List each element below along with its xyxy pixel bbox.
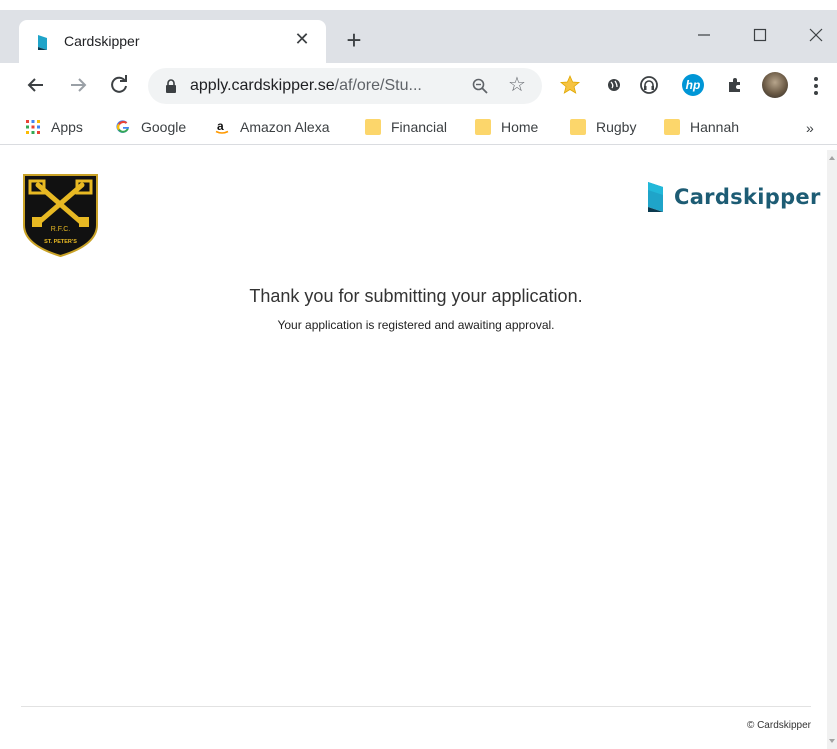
lock-icon (166, 79, 176, 93)
cardskipper-logo-icon (648, 182, 663, 212)
url-host: apply.cardskipper.se (190, 77, 335, 94)
bookmark-apps[interactable]: Apps (25, 117, 83, 137)
bookmark-label: Apps (51, 119, 83, 135)
amazon-icon: a (215, 119, 229, 134)
google-icon (116, 120, 129, 133)
tab-title: Cardskipper (64, 33, 140, 49)
more-bookmarks-button[interactable]: » (806, 120, 814, 136)
hp-extension-icon[interactable]: hp (682, 74, 704, 96)
close-window-button[interactable] (796, 22, 836, 48)
browser-toolbar: apply.cardskipper.se/af/ore/Stu... ☆ hp (0, 63, 837, 109)
bookmark-home[interactable]: Home (475, 117, 538, 137)
reload-button[interactable] (107, 73, 131, 97)
folder-icon (570, 119, 586, 135)
bookmark-label: Amazon Alexa (240, 119, 330, 135)
cropped-top-edge (0, 0, 837, 10)
back-arrow-icon (27, 78, 43, 92)
zoom-icon[interactable] (471, 77, 489, 95)
back-button[interactable] (24, 73, 48, 97)
bookmark-hannah[interactable]: Hannah (664, 117, 739, 137)
minimize-button[interactable] (684, 22, 724, 48)
forward-arrow-icon (71, 78, 87, 92)
new-tab-button[interactable]: + (341, 27, 367, 54)
bookmark-label: Rugby (596, 119, 637, 135)
forward-button[interactable] (66, 73, 90, 97)
bookmark-google[interactable]: Google (115, 117, 186, 137)
svg-text:ST. PETER'S: ST. PETER'S (44, 239, 77, 245)
folder-icon (365, 119, 381, 135)
confirmation-subheading: Your application is registered and await… (277, 318, 555, 332)
browser-window: Cardskipper ✕ + apply.cardskipper.se/af/… (0, 0, 837, 749)
confirmation-heading: Thank you for submitting your applicatio… (249, 286, 583, 306)
address-bar[interactable]: apply.cardskipper.se/af/ore/Stu... ☆ (148, 68, 542, 104)
extensions-puzzle-icon[interactable] (724, 74, 746, 96)
scroll-up-arrow-icon[interactable] (829, 156, 835, 160)
maximize-icon (753, 28, 767, 42)
close-window-icon (809, 28, 823, 42)
favorites-extension-icon[interactable] (559, 74, 581, 96)
browser-menu-icon[interactable] (808, 74, 824, 98)
bookmark-amazon-alexa[interactable]: a Amazon Alexa (214, 117, 330, 137)
apps-grid-icon (26, 120, 40, 134)
globe-extension-icon[interactable] (603, 74, 625, 96)
svg-text:a: a (217, 119, 224, 133)
tab-close-icon[interactable]: ✕ (291, 28, 313, 50)
tab-strip: Cardskipper ✕ + (0, 10, 837, 63)
bookmark-label: Google (141, 119, 187, 135)
tab-cardskipper[interactable]: Cardskipper ✕ (19, 20, 326, 63)
copyright-text: © Cardskipper (746, 720, 811, 731)
folder-icon (475, 119, 491, 135)
headphones-extension-icon[interactable] (638, 74, 660, 96)
bookmark-label: Hannah (690, 119, 740, 135)
bookmark-financial[interactable]: Financial (365, 117, 447, 137)
cardskipper-brand: Cardskipper (647, 181, 821, 213)
cardskipper-favicon-icon (38, 35, 47, 50)
profile-avatar[interactable] (762, 72, 788, 98)
scroll-down-arrow-icon[interactable] (829, 739, 835, 743)
folder-icon (664, 119, 680, 135)
maximize-button[interactable] (740, 22, 780, 48)
footer-divider (21, 706, 811, 707)
url-path: /af/ore/Stu... (334, 77, 422, 94)
bookmarks-bar: Apps Google a Amazon Alexa Financial Hom… (0, 109, 837, 145)
club-crest-logo: R.F.C. ST. PETER'S (23, 174, 98, 258)
bookmark-label: Financial (391, 119, 448, 135)
bookmark-rugby[interactable]: Rugby (570, 117, 636, 137)
vertical-scrollbar[interactable] (827, 150, 837, 749)
brand-name: Cardskipper (674, 185, 821, 209)
bookmark-star-icon[interactable]: ☆ (508, 74, 526, 96)
address-url[interactable]: apply.cardskipper.se/af/ore/Stu... (190, 77, 422, 95)
page-viewport: R.F.C. ST. PETER'S Cardskipper Thank you… (0, 150, 827, 749)
minimize-icon (698, 34, 710, 36)
bookmark-label: Home (501, 119, 539, 135)
svg-text:R.F.C.: R.F.C. (51, 226, 71, 233)
reload-icon (111, 75, 127, 93)
